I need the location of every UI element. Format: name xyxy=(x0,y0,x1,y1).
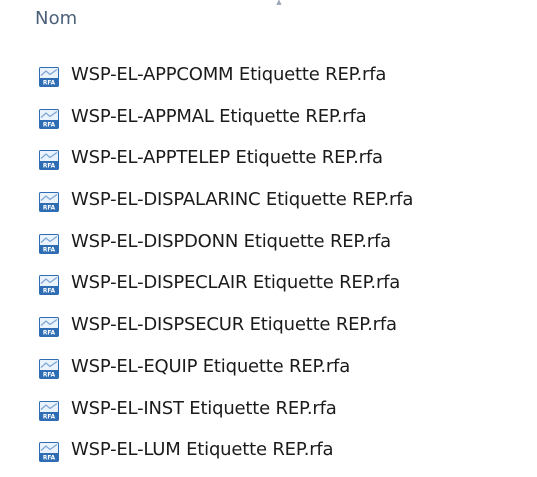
rfa-file-icon: RFA xyxy=(37,148,61,172)
file-name: WSP-EL-EQUIP Etiquette REP.rfa xyxy=(71,355,351,377)
rfa-file-icon: RFA xyxy=(37,399,61,423)
svg-text:RFA: RFA xyxy=(43,80,56,86)
file-row[interactable]: RFA WSP-EL-DISPALARINC Etiquette REP.rfa xyxy=(0,184,537,226)
file-name: WSP-EL-DISPALARINC Etiquette REP.rfa xyxy=(71,189,414,211)
file-row[interactable]: RFA WSP-EL-LUM Etiquette REP.rfa xyxy=(0,434,537,476)
file-row[interactable]: RFA WSP-EL-APPMAL Etiquette REP.rfa xyxy=(0,101,537,143)
rfa-file-icon: RFA xyxy=(37,273,61,297)
column-header[interactable]: ▲ Nom xyxy=(0,0,537,50)
file-row[interactable]: RFA WSP-EL-EQUIP Etiquette REP.rfa xyxy=(0,351,537,393)
file-name: WSP-EL-APPTELEP Etiquette REP.rfa xyxy=(71,147,383,169)
rfa-file-icon: RFA xyxy=(37,190,61,214)
file-row[interactable]: RFA WSP-EL-DISPDONN Etiquette REP.rfa xyxy=(0,226,537,268)
svg-text:RFA: RFA xyxy=(43,455,56,461)
file-name: WSP-EL-DISPDONN Etiquette REP.rfa xyxy=(71,230,391,252)
file-row[interactable]: RFA WSP-EL-DISPECLAIR Etiquette REP.rfa xyxy=(0,267,537,309)
file-name: WSP-EL-APPMAL Etiquette REP.rfa xyxy=(71,105,367,127)
svg-text:RFA: RFA xyxy=(43,205,56,211)
file-row[interactable]: RFA WSP-EL-APPTELEP Etiquette REP.rfa xyxy=(0,142,537,184)
sort-ascending-chevron-icon: ▲ xyxy=(276,0,282,5)
svg-text:RFA: RFA xyxy=(43,330,56,336)
file-name: WSP-EL-DISPECLAIR Etiquette REP.rfa xyxy=(71,272,401,294)
file-row[interactable]: RFA WSP-EL-INST Etiquette REP.rfa xyxy=(0,393,537,435)
name-column-header[interactable]: Nom xyxy=(35,8,77,29)
rfa-file-icon: RFA xyxy=(37,65,61,89)
file-name: WSP-EL-DISPSECUR Etiquette REP.rfa xyxy=(71,314,397,336)
file-row[interactable]: RFA WSP-EL-DISPSECUR Etiquette REP.rfa xyxy=(0,309,537,351)
file-name: WSP-EL-APPCOMM Etiquette REP.rfa xyxy=(71,64,387,85)
rfa-file-icon: RFA xyxy=(37,232,61,256)
svg-text:RFA: RFA xyxy=(43,247,56,253)
file-explorer-list-view: ▲ Nom RFA WSP-EL-APPCOMM Etiquette REP.r… xyxy=(0,0,537,477)
rfa-file-icon: RFA xyxy=(37,440,61,464)
svg-text:RFA: RFA xyxy=(43,372,56,378)
rfa-file-icon: RFA xyxy=(37,107,61,131)
rfa-file-icon: RFA xyxy=(37,357,61,381)
svg-text:RFA: RFA xyxy=(43,289,56,295)
svg-text:RFA: RFA xyxy=(43,122,56,128)
svg-text:RFA: RFA xyxy=(43,414,56,420)
file-row[interactable]: RFA WSP-EL-APPCOMM Etiquette REP.rfa xyxy=(0,59,537,101)
file-name: WSP-EL-INST Etiquette REP.rfa xyxy=(71,397,337,419)
file-name: WSP-EL-LUM Etiquette REP.rfa xyxy=(71,439,334,461)
rfa-file-icon: RFA xyxy=(37,315,61,339)
file-list: RFA WSP-EL-APPCOMM Etiquette REP.rfa RFA… xyxy=(0,59,537,476)
svg-text:RFA: RFA xyxy=(43,164,56,170)
